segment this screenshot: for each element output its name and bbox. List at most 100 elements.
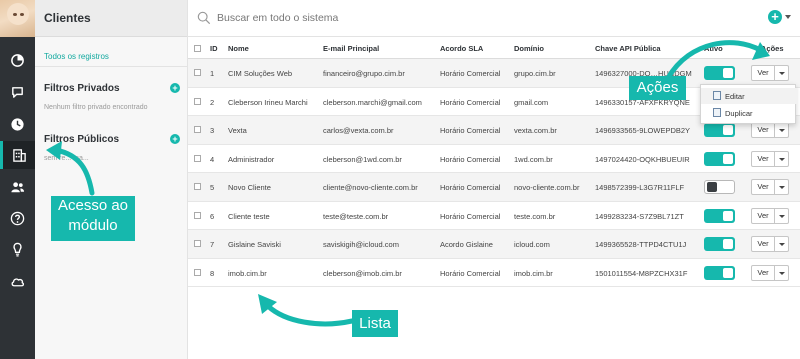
public-filters-note: sem re... ma...: [44, 155, 89, 162]
view-button[interactable]: Ver: [751, 150, 775, 167]
actions-dropdown: Editar Duplicar: [700, 84, 797, 124]
active-toggle[interactable]: [704, 151, 735, 166]
chat-icon[interactable]: [0, 78, 35, 106]
row-checkbox[interactable]: [194, 211, 201, 219]
add-public-filter-button[interactable]: +: [170, 134, 180, 144]
cell-sla: Horário Comercial: [440, 211, 501, 221]
row-checkbox[interactable]: [194, 126, 201, 133]
table-row[interactable]: 5 Novo Cliente cliente@novo-cliente.com.br…: [188, 173, 800, 202]
chart-pie-icon[interactable]: [0, 46, 35, 74]
view-button[interactable]: Ver: [751, 264, 775, 281]
row-checkbox[interactable]: [194, 183, 201, 190]
view-button[interactable]: Ver: [751, 236, 775, 252]
header-actions: Ações: [761, 44, 784, 53]
cell-domain: novo-cliente.com.br: [514, 183, 580, 192]
actions-caret-button[interactable]: [775, 150, 789, 167]
cell-id: 7: [210, 240, 215, 249]
edit-menu-item[interactable]: Editar: [701, 88, 797, 104]
cell-sla: Horário Comercial: [440, 69, 501, 78]
table-row[interactable]: 6 Cliente teste teste@teste.com.br Horário …: [188, 202, 800, 230]
cell-name: Cliente teste: [228, 211, 270, 221]
active-toggle[interactable]: [704, 66, 735, 80]
cell-api-key: 1496933565-9LOWEPDB2Y: [595, 126, 691, 135]
select-all-checkbox[interactable]: [194, 45, 201, 52]
duplicate-menu-item[interactable]: Duplicar: [701, 105, 797, 121]
header-id[interactable]: ID: [210, 44, 218, 53]
actions-caret-button[interactable]: [775, 236, 789, 252]
duplicate-icon: [713, 108, 721, 117]
active-toggle[interactable]: [704, 208, 735, 223]
cell-id: 3: [210, 126, 215, 135]
header-sla[interactable]: Acordo SLA: [440, 44, 483, 53]
lightbulb-icon[interactable]: [0, 235, 35, 263]
users-icon[interactable]: [0, 173, 35, 201]
filters-panel: Clientes Todos os registros Filtros Priv…: [35, 0, 188, 359]
cell-api-key: 1499365528-TTPD4CTU1J: [595, 240, 687, 249]
view-button[interactable]: Ver: [751, 179, 775, 195]
cell-name: Cleberson Irineu Marchi: [228, 97, 308, 107]
actions-caret-button[interactable]: [775, 207, 789, 224]
table-row[interactable]: 4 Administrador cleberson@1wd.com.br Horári…: [188, 145, 800, 173]
actions-caret-button[interactable]: [775, 264, 789, 281]
header-email[interactable]: E-mail Principal: [323, 44, 379, 53]
cell-name: Gislaine Saviski: [228, 240, 281, 249]
top-bar: Buscar em todo o sistema +: [188, 0, 800, 37]
help-icon[interactable]: [0, 204, 35, 232]
add-private-filter-button[interactable]: +: [170, 83, 180, 93]
header-api-key[interactable]: Chave API Pública: [595, 44, 661, 53]
row-checkbox[interactable]: [194, 97, 201, 105]
cell-email: cliente@novo-cliente.com.br: [323, 183, 418, 192]
row-checkbox[interactable]: [194, 154, 201, 162]
private-filters-empty: Nenhum filtro privado encontrado: [44, 104, 148, 111]
header-active[interactable]: Ativo: [704, 44, 723, 53]
cell-sla: Horário Comercial: [440, 97, 501, 107]
chevron-down-icon[interactable]: [785, 15, 791, 19]
page-title: Clientes: [35, 0, 187, 37]
icon-rail: [0, 0, 35, 359]
cell-domain: teste.com.br: [514, 211, 556, 221]
add-button[interactable]: +: [768, 10, 782, 24]
header-name[interactable]: Nome: [228, 44, 249, 53]
view-button[interactable]: Ver: [751, 207, 775, 224]
cell-domain: icloud.com: [514, 240, 550, 249]
all-records-link[interactable]: Todos os registros: [44, 52, 109, 61]
cell-id: 4: [210, 154, 215, 164]
table-row[interactable]: 8 imob.cim.br cleberson@imob.cim.br Horário…: [188, 259, 800, 287]
row-checkbox[interactable]: [194, 268, 201, 276]
cell-name: Novo Cliente: [228, 183, 271, 192]
view-button[interactable]: Ver: [751, 65, 775, 81]
search-icon: [197, 11, 211, 25]
actions-caret-button[interactable]: [775, 122, 789, 138]
search-input[interactable]: Buscar em todo o sistema: [217, 12, 338, 24]
cell-api-key: 1501011554-M8PZCHX31F: [595, 268, 688, 278]
cell-domain: 1wd.com.br: [514, 154, 553, 164]
cell-sla: Horário Comercial: [440, 154, 501, 164]
actions-caret-button[interactable]: [775, 179, 789, 195]
row-checkbox[interactable]: [194, 240, 201, 247]
row-checkbox[interactable]: [194, 69, 201, 76]
user-avatar[interactable]: [0, 0, 35, 37]
cell-id: 2: [210, 97, 215, 107]
clock-icon[interactable]: [0, 110, 35, 138]
building-icon[interactable]: [0, 141, 35, 169]
cell-sla: Horário Comercial: [440, 126, 501, 135]
cell-sla: Horário Comercial: [440, 183, 501, 192]
active-toggle[interactable]: [704, 123, 735, 137]
cloud-icon[interactable]: [0, 267, 35, 295]
actions-caret-button[interactable]: [775, 65, 789, 81]
cell-api-key: 1499283234-S7Z9BL71ZT: [595, 211, 684, 221]
cell-email: financeiro@grupo.cim.br: [323, 69, 405, 78]
header-domain[interactable]: Domínio: [514, 44, 544, 53]
active-toggle[interactable]: [704, 237, 735, 251]
cell-domain: vexta.com.br: [514, 126, 557, 135]
active-toggle[interactable]: [704, 180, 735, 194]
cell-email: cleberson.marchi@gmail.com: [323, 97, 422, 107]
cell-email: carlos@vexta.com.br: [323, 126, 394, 135]
table-header: ID Nome E-mail Principal Acordo SLA Domí…: [188, 37, 800, 59]
cell-name: Vexta: [228, 126, 247, 135]
table-row[interactable]: 7 Gislaine Saviski saviskigih@icloud.com Ac…: [188, 230, 800, 259]
view-button[interactable]: Ver: [751, 122, 775, 138]
active-toggle[interactable]: [704, 265, 735, 280]
cell-domain: imob.cim.br: [514, 268, 553, 278]
cell-api-key: 1497024420-OQKHBUEUIR: [595, 154, 690, 164]
